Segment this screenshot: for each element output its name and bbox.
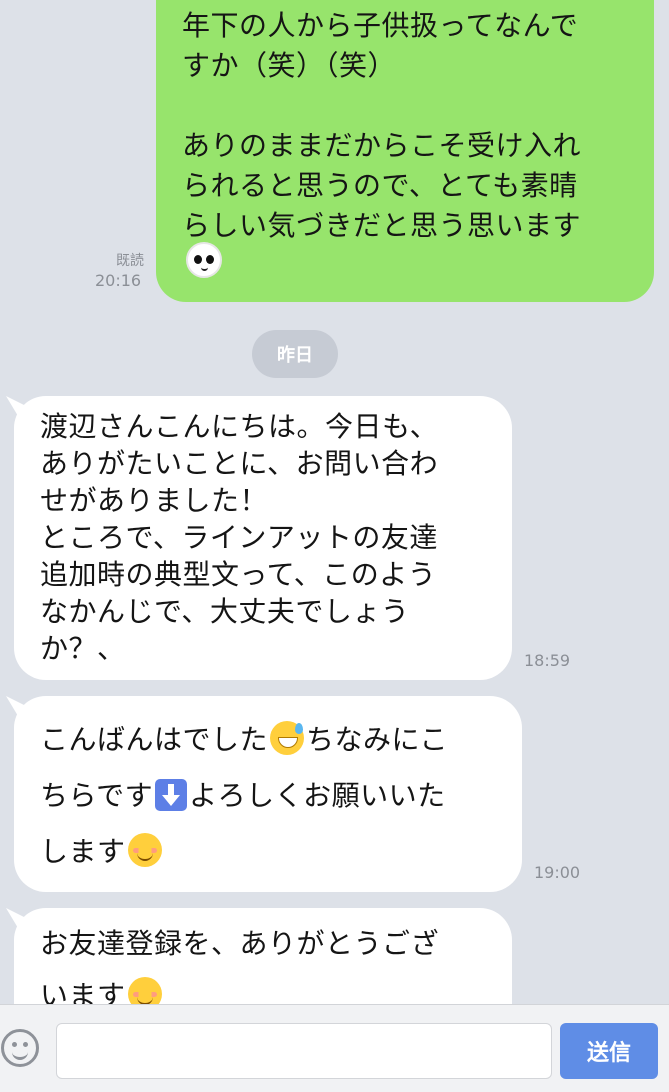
message-input[interactable] (56, 1023, 552, 1079)
date-separator: 昨日 (252, 330, 338, 378)
chat-area[interactable]: 年下の人から子供扱ってなんで すか（笑）（笑） ありのままだからこそ受け入れ ら… (0, 0, 669, 1004)
message-time: 20:16 (95, 271, 142, 290)
message-time: 19:00 (534, 863, 581, 882)
outgoing-message-bubble[interactable]: 年下の人から子供扱ってなんで すか（笑）（笑） ありのままだからこそ受け入れ ら… (156, 0, 654, 302)
incoming-message-bubble[interactable]: お友達登録を、ありがとうござ います (14, 908, 512, 1004)
down-arrow-emoji-icon (155, 779, 188, 811)
smiling-face-emoji-icon (127, 977, 162, 1004)
incoming-message-bubble[interactable]: こんばんはでした ちなみにこ ちらです よろしくお願いいた します (14, 696, 522, 892)
incoming-message-text: こんばんはでした ちなみにこ ちらです よろしくお願いいた します (40, 721, 448, 868)
send-button[interactable]: 送信 (560, 1023, 658, 1079)
message-composer: 送信 (0, 1004, 669, 1092)
message-time: 18:59 (524, 651, 571, 670)
read-receipt: 既読 (116, 253, 144, 269)
incoming-message-text: 渡辺さんこんにちは。今日も、 ありがたいことに、お問い合わ せがありました！ と… (40, 410, 439, 665)
smiling-face-emoji-icon (127, 833, 162, 867)
incoming-message-text: お友達登録を、ありがとうござ います (40, 918, 496, 1004)
smiley-icon[interactable] (1, 1029, 39, 1067)
panda-face-icon (186, 242, 222, 278)
incoming-message-bubble[interactable]: 渡辺さんこんにちは。今日も、 ありがたいことに、お問い合わ せがありました！ と… (14, 396, 512, 680)
grinning-sweat-emoji-icon (270, 721, 305, 755)
outgoing-message-text: 年下の人から子供扱ってなんで すか（笑）（笑） ありのままだからこそ受け入れ ら… (182, 9, 582, 242)
